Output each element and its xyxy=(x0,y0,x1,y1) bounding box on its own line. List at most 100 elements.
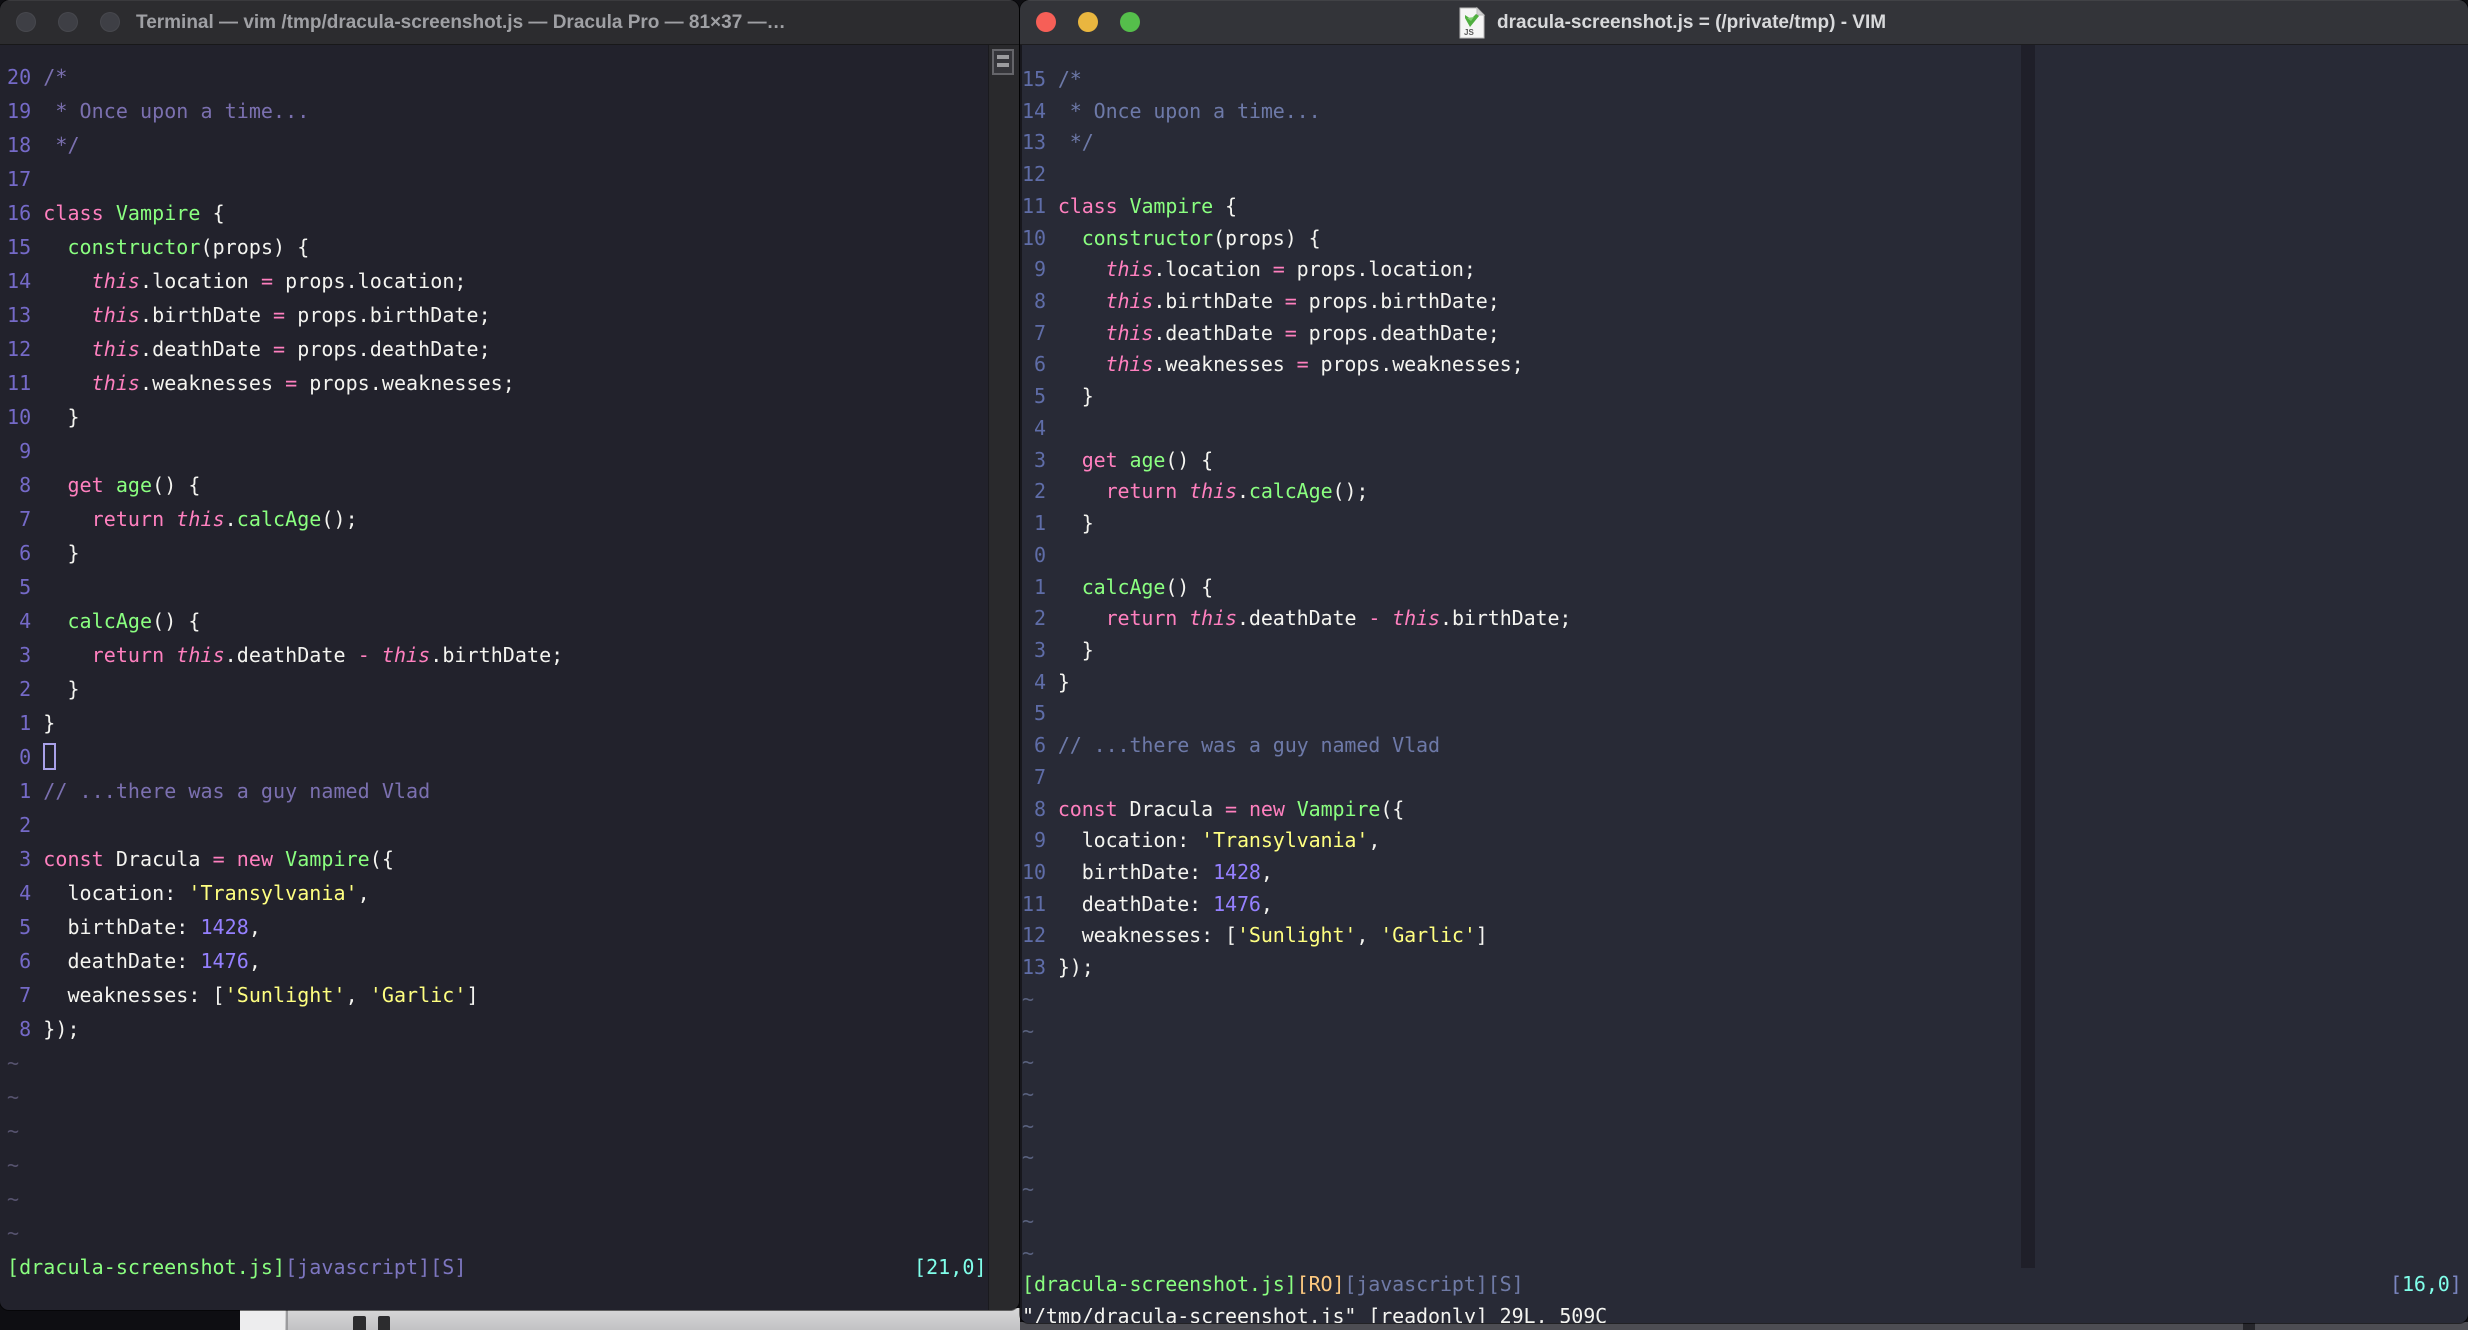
code-line: 8 this.birthDate = props.birthDate; xyxy=(1022,286,2468,318)
code-line: 19 * Once upon a time... xyxy=(7,94,996,128)
code-token: weaknesses: [ xyxy=(1057,923,1237,948)
code-token: this xyxy=(1105,289,1154,314)
code-token: this xyxy=(1105,257,1154,282)
code-token: 10 xyxy=(1022,225,1058,250)
code-token: 6 xyxy=(1022,733,1058,758)
code-token: 3 xyxy=(7,847,44,871)
scrollbar-channel[interactable] xyxy=(2021,45,2035,1268)
code-line: 12 xyxy=(1022,159,2468,191)
code-line: 12 this.deathDate = props.deathDate; xyxy=(7,332,996,366)
empty-line-tilde: ~ xyxy=(1022,1016,2468,1048)
code-token: 19 xyxy=(7,99,44,123)
code-token: .weaknesses xyxy=(1153,352,1297,377)
code-token: 14 xyxy=(1022,98,1058,123)
vim-buffer-right[interactable]: 15 /* 14 * Once upon a time... 13 */12 11 … xyxy=(1020,45,2468,1323)
code-token: ~ xyxy=(1022,1050,1034,1075)
macvim-window: JS dracula-screenshot.js = (/private/tmp… xyxy=(1020,0,2468,1323)
code-token: = xyxy=(1284,320,1297,345)
code-token: props.birthDate; xyxy=(1296,289,1500,314)
code-token: get xyxy=(67,473,104,497)
code-token: constructor xyxy=(1081,225,1214,250)
code-token: new xyxy=(1248,796,1285,821)
code-token: [dracula-screenshot.js] xyxy=(7,1255,286,1279)
code-token: 15 xyxy=(1022,67,1058,91)
code-line: 4 } xyxy=(1022,667,2468,699)
code-token: get xyxy=(1081,447,1118,472)
code-token: ~ xyxy=(1022,1113,1034,1138)
code-line: 10 } xyxy=(7,400,996,434)
close-button[interactable] xyxy=(16,12,36,32)
code-line: 9 location: 'Transylvania', xyxy=(1022,825,2468,857)
empty-line-tilde: ~ xyxy=(1022,1142,2468,1174)
empty-line-tilde: ~ xyxy=(1022,1238,2468,1270)
code-line: 2 xyxy=(7,808,996,842)
code-line: 10 birthDate: 1428, xyxy=(1022,857,2468,889)
code-token: , xyxy=(1260,891,1273,916)
code-token: props.weaknesses; xyxy=(1308,352,1524,377)
close-button[interactable] xyxy=(1036,12,1056,32)
code-token: 16 xyxy=(7,201,44,225)
code-token: this xyxy=(1105,352,1154,377)
code-line: 5 birthDate: 1428, xyxy=(7,910,996,944)
code-token: - xyxy=(1368,606,1381,631)
code-token: ~ xyxy=(1022,1208,1034,1233)
macvim-titlebar[interactable]: JS dracula-screenshot.js = (/private/tmp… xyxy=(1020,0,2468,45)
window-title: Terminal — vim /tmp/dracula-screenshot.j… xyxy=(136,12,786,33)
code-token: = xyxy=(273,303,286,327)
code-token: 4 xyxy=(1022,669,1058,694)
code-token: props.location; xyxy=(1284,257,1476,282)
code-token: 4 xyxy=(1022,415,1058,440)
code-token: props.location; xyxy=(273,269,467,293)
code-token: this xyxy=(91,303,141,327)
code-token: 8 xyxy=(7,1017,44,1041)
split-pane-button[interactable] xyxy=(992,49,1014,75)
code-token: 11 xyxy=(1022,891,1058,916)
zoom-button[interactable] xyxy=(1120,12,1140,32)
empty-line-tilde: ~ xyxy=(7,1114,996,1148)
scrollbar-track[interactable] xyxy=(988,45,1019,1310)
code-token: } xyxy=(1057,637,1094,662)
code-line: 7 return this.calcAge(); xyxy=(7,502,996,536)
code-token: 13 xyxy=(1022,955,1058,980)
minimize-button[interactable] xyxy=(1078,12,1098,32)
code-token: [dracula-screenshot.js] xyxy=(1022,1272,1297,1297)
empty-line-tilde: ~ xyxy=(1022,1047,2468,1079)
code-token: ~ xyxy=(1022,1145,1034,1170)
code-token: ] xyxy=(1475,923,1488,948)
minimize-button[interactable] xyxy=(58,12,78,32)
code-line: 3 } xyxy=(1022,635,2468,667)
code-token: 12 xyxy=(1022,162,1058,187)
code-token: { xyxy=(1213,193,1237,218)
empty-line-tilde: ~ xyxy=(1022,1174,2468,1206)
code-line: 17 xyxy=(7,162,996,196)
code-line: 6 // ...there was a guy named Vlad xyxy=(1022,730,2468,762)
terminal-titlebar[interactable]: Terminal — vim /tmp/dracula-screenshot.j… xyxy=(0,0,1019,45)
vim-ruler: [16,0] xyxy=(2390,1269,2462,1301)
vim-buffer-left[interactable]: 20 /* 19 * Once upon a time... 18 */17 16 … xyxy=(0,45,996,1310)
code-token: props.weaknesses; xyxy=(297,371,515,395)
zoom-button[interactable] xyxy=(100,12,120,32)
code-token: new xyxy=(236,847,274,871)
code-token: this xyxy=(176,507,225,531)
file-proxy-icon[interactable]: JS xyxy=(1458,7,1486,39)
code-token: props.birthDate; xyxy=(285,303,491,327)
code-token: 12 xyxy=(1022,923,1058,948)
code-token: (props) { xyxy=(200,235,310,259)
code-token: 'Sunlight' xyxy=(224,983,346,1007)
background-window-highlight xyxy=(240,1308,285,1330)
code-token: 14 xyxy=(7,269,44,293)
code-token: 20 xyxy=(7,65,44,89)
window-edge-shadow xyxy=(1020,45,1022,1323)
code-token: , xyxy=(248,915,261,939)
code-line: 3 return this.deathDate - this.birthDate… xyxy=(7,638,996,672)
code-token: () { xyxy=(152,473,201,497)
code-token: .deathDate xyxy=(1236,606,1369,631)
desktop: Terminal — vim /tmp/dracula-screenshot.j… xyxy=(0,0,2468,1330)
code-line: 10 constructor(props) { xyxy=(1022,223,2468,255)
